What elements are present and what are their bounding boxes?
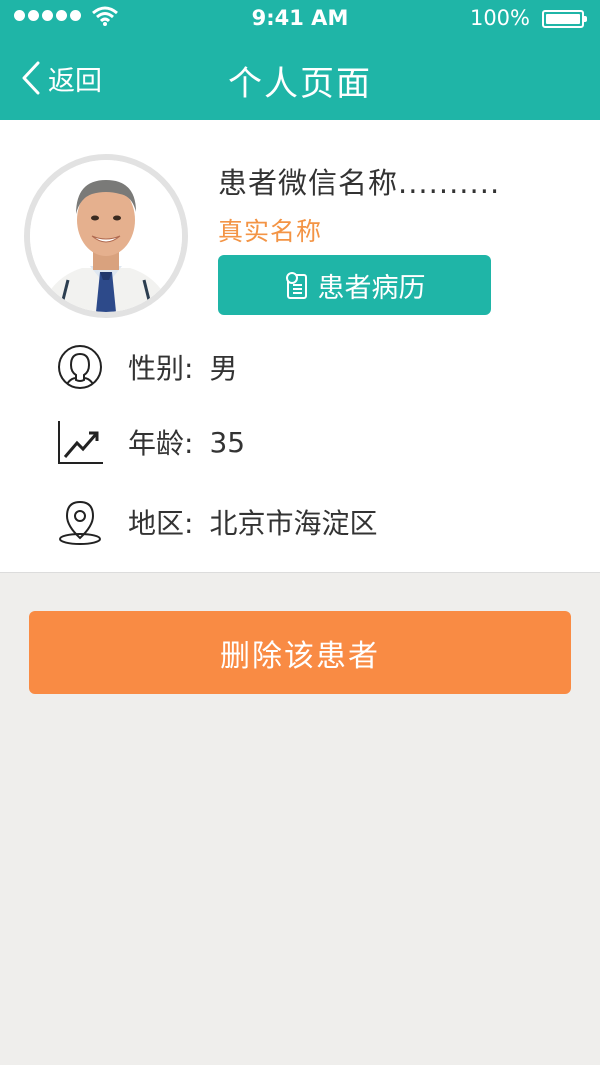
trend-up-icon <box>56 418 104 466</box>
delete-patient-button[interactable]: 删除该患者 <box>29 611 571 694</box>
patient-nickname: 患者微信名称.......... <box>218 166 501 200</box>
app-header: 9:41 AM 100% 返回 个人页面 <box>0 0 600 120</box>
age-row: 年龄: 35 <box>56 415 245 469</box>
profile-card: 患者微信名称.......... 真实名称 患者病历 性别: 男 年龄: 35 … <box>0 120 600 573</box>
medical-record-icon <box>285 272 307 299</box>
patient-real-name: 真实名称 <box>218 217 323 246</box>
status-bar: 9:41 AM 100% <box>0 0 600 38</box>
person-icon <box>56 343 104 391</box>
region-label: 地区: <box>128 507 194 540</box>
gender-value: 男 <box>209 352 238 385</box>
gender-label: 性别: <box>128 352 194 385</box>
page-title: 个人页面 <box>228 64 372 104</box>
medical-record-button[interactable]: 患者病历 <box>218 255 491 315</box>
region-row: 地区: 北京市海淀区 <box>56 495 377 549</box>
battery-percentage: 100% <box>469 6 530 30</box>
medical-record-label: 患者病历 <box>317 272 426 304</box>
avatar <box>24 154 188 318</box>
battery-icon <box>542 10 587 28</box>
doctor-portrait-image <box>30 160 182 312</box>
location-pin-icon <box>56 498 104 546</box>
gender-row: 性别: 男 <box>56 340 237 394</box>
region-value: 北京市海淀区 <box>209 507 378 540</box>
age-label: 年龄: <box>128 427 194 460</box>
age-value: 35 <box>209 425 246 459</box>
